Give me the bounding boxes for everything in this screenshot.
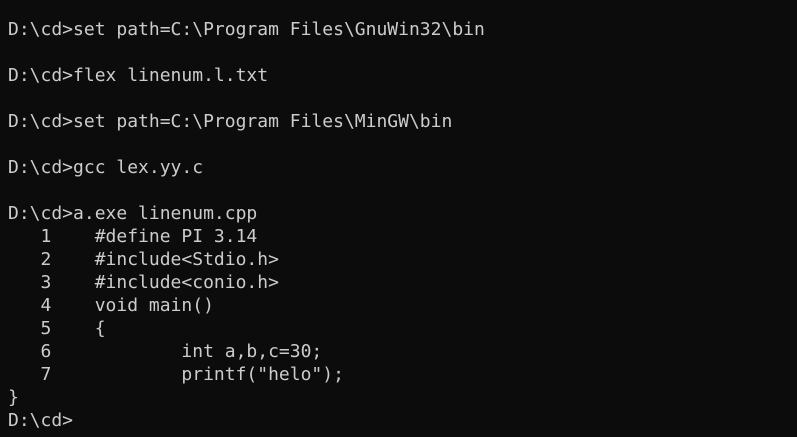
output-line-5: 5 { <box>8 318 106 339</box>
command-flex: D:\cd>flex linenum.l.txt <box>8 65 269 86</box>
command-run-exe: D:\cd>a.exe linenum.cpp <box>8 203 258 224</box>
command-gcc: D:\cd>gcc lex.yy.c <box>8 157 204 178</box>
console-window[interactable]: D:\cd>set path=C:\Program Files\GnuWin32… <box>0 0 797 437</box>
output-line-2: 2 #include<Stdio.h> <box>8 249 279 270</box>
output-line-1: 1 #define PI 3.14 <box>8 226 258 247</box>
output-line-4: 4 void main() <box>8 295 214 316</box>
command-set-path-mingw: D:\cd>set path=C:\Program Files\MinGW\bi… <box>8 111 453 132</box>
output-line-3: 3 #include<conio.h> <box>8 272 279 293</box>
command-set-path-gnuwin32: D:\cd>set path=C:\Program Files\GnuWin32… <box>8 19 485 40</box>
output-line-7: 7 printf("helo"); <box>8 364 344 385</box>
output-line-6: 6 int a,b,c=30; <box>8 341 323 362</box>
output-closing-brace: } <box>8 387 19 408</box>
command-prompt[interactable]: D:\cd> <box>8 409 797 432</box>
